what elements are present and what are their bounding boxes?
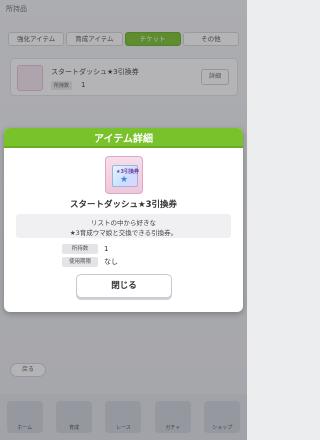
dialog-title: アイテム詳細 xyxy=(94,133,153,145)
close-button[interactable]: 閉じる xyxy=(76,274,172,298)
item-detail-dialog: アイテム詳細 ★3引換券 ★ スタートダッシュ★3引換券 リストの中から好きな … xyxy=(4,128,243,312)
ticket-item-icon: ★3引換券 ★ xyxy=(105,156,143,194)
owned-count-label: 所持数 xyxy=(62,244,98,254)
star-icon: ★ xyxy=(120,175,129,185)
item-name: スタートダッシュ★3引換券 xyxy=(69,200,178,210)
owned-count-value: 1 xyxy=(104,245,109,253)
description-line: ★3育成ウマ娘と交換できる引換券。 xyxy=(69,229,178,237)
description-line: リストの中から好きな xyxy=(91,219,156,227)
item-description: リストの中から好きな ★3育成ウマ娘と交換できる引換券。 xyxy=(16,214,231,238)
expiry-value: なし xyxy=(104,258,118,266)
ticket-label: ★3引換券 xyxy=(116,169,139,175)
ticket-icon: ★3引換券 ★ xyxy=(112,165,139,187)
expiry-label: 使用期限 xyxy=(62,257,98,267)
dialog-header: アイテム詳細 xyxy=(4,128,243,148)
